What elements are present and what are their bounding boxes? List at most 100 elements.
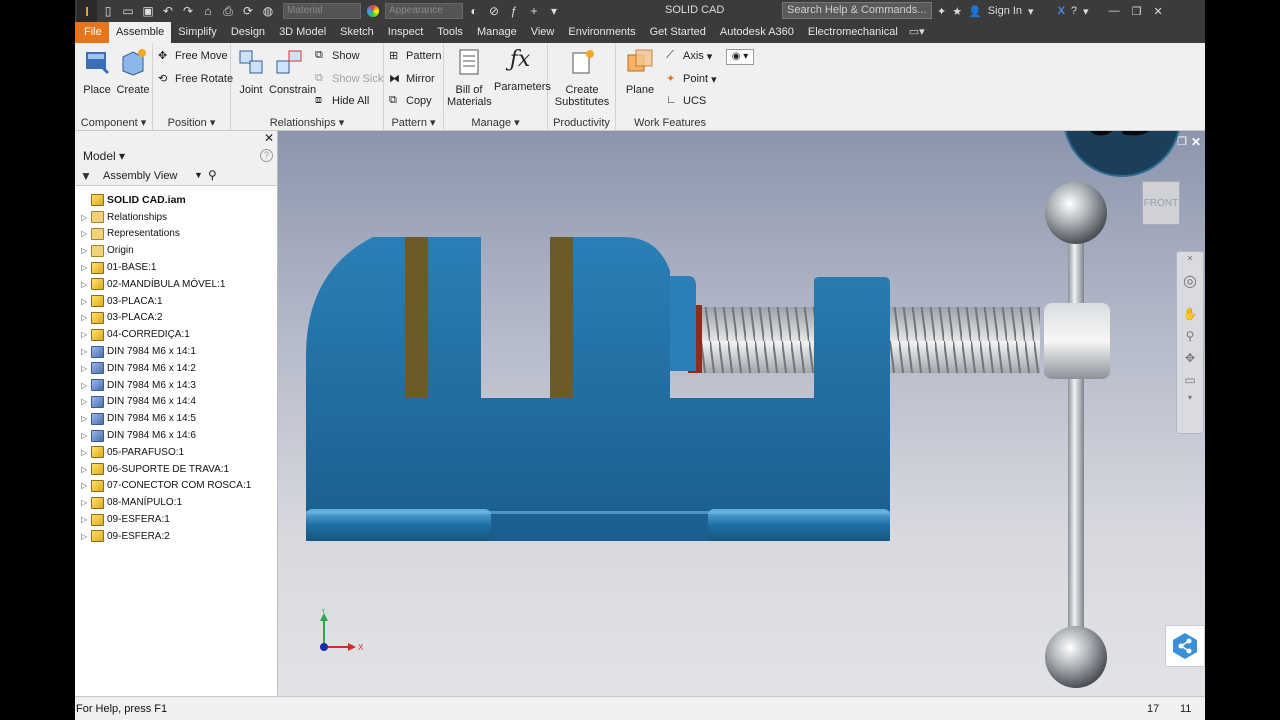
component-group-label[interactable]: Component ▾	[75, 116, 152, 129]
expand-icon[interactable]: ▷	[81, 330, 91, 339]
tree-item[interactable]: ▷ 09-ESFERA:2	[75, 528, 277, 545]
tab-inspect[interactable]: Inspect	[381, 22, 430, 43]
expand-icon[interactable]: ▷	[81, 431, 91, 440]
tree-item[interactable]: ▷ Relationships	[75, 209, 277, 226]
minimize-icon[interactable]: —	[1109, 5, 1120, 17]
tree-item[interactable]: ▷ Representations	[75, 226, 277, 243]
expand-icon[interactable]: ▷	[81, 532, 91, 541]
expand-icon[interactable]: ▷	[81, 498, 91, 507]
position-group-label[interactable]: Position ▾	[153, 116, 230, 129]
update-icon[interactable]: ⟳	[239, 2, 257, 20]
free-rotate-button[interactable]: ⟲ Free Rotate	[158, 70, 233, 88]
expand-icon[interactable]: ▷	[81, 263, 91, 272]
restore-icon[interactable]: ❐	[1132, 5, 1142, 18]
expand-icon[interactable]: ▷	[81, 515, 91, 524]
tree-item[interactable]: ▷ DIN 7984 M6 x 14:5	[75, 410, 277, 427]
expand-icon[interactable]: ▷	[81, 481, 91, 490]
star-icon[interactable]: ★	[952, 5, 962, 18]
ribbon-options-dropdown[interactable]: ◉ ▾	[726, 49, 754, 65]
look-at-icon[interactable]: ▭	[1177, 373, 1203, 387]
tab-file[interactable]: File	[75, 22, 109, 43]
screw-thread-left[interactable]	[693, 307, 823, 373]
pattern-button[interactable]: ⊞ Pattern	[389, 47, 441, 65]
expand-icon[interactable]: ▷	[81, 280, 91, 289]
show-button[interactable]: ⧉ Show	[315, 47, 360, 65]
exchange-icon[interactable]: X	[1058, 5, 1065, 17]
steering-wheel-icon[interactable]: ◎	[1177, 271, 1203, 291]
customize-icon[interactable]: ▾	[545, 2, 563, 20]
browser-help-icon[interactable]: ?	[260, 149, 273, 162]
expand-icon[interactable]: ▷	[81, 313, 91, 322]
sign-in-link[interactable]: Sign In	[988, 5, 1022, 17]
tree-item[interactable]: ▷ 04-CORREDIÇA:1	[75, 326, 277, 343]
help-button[interactable]: ?	[1071, 5, 1077, 17]
parameters-button[interactable]: ƒx Parameters	[494, 47, 551, 93]
fx-icon[interactable]: ƒ	[505, 2, 523, 20]
expand-icon[interactable]: ▷	[81, 465, 91, 474]
tab-sketch[interactable]: Sketch	[333, 22, 381, 43]
expand-icon[interactable]: ▷	[81, 381, 91, 390]
jaw-plate-2[interactable]	[550, 237, 573, 398]
tab-assemble[interactable]: Assemble	[109, 22, 172, 43]
tab-overflow-icon[interactable]: ▭▾	[905, 22, 925, 43]
handle-hub[interactable]	[1044, 303, 1110, 379]
tab-electromechanical[interactable]: Electromechanical	[801, 22, 905, 43]
expand-icon[interactable]: ▷	[81, 347, 91, 356]
tab-simplify[interactable]: Simplify	[171, 22, 224, 43]
tree-root[interactable]: SOLID CAD.iam	[75, 192, 277, 209]
save-icon[interactable]: ▣	[139, 2, 157, 20]
tree-item[interactable]: ▷ 03-PLACA:2	[75, 310, 277, 327]
tree-item[interactable]: ▷ 03-PLACA:1	[75, 293, 277, 310]
place-button[interactable]: Place	[77, 47, 117, 96]
ucs-button[interactable]: ∟ UCS	[666, 92, 706, 110]
expand-icon[interactable]: ▷	[81, 364, 91, 373]
graphics-viewport[interactable]: ❐ ✕ FRONT ✕ ◎ ✋ ⚲ ✥ ▭ ▾ Y X	[278, 131, 1205, 696]
relationships-group-label[interactable]: Relationships ▾	[231, 116, 383, 129]
binoculars-icon[interactable]: ✦	[937, 5, 946, 18]
open-icon[interactable]: ▭	[119, 2, 137, 20]
tab-3d-model[interactable]: 3D Model	[272, 22, 333, 43]
tree-item[interactable]: ▷ 05-PARAFUSO:1	[75, 444, 277, 461]
tree-item[interactable]: ▷ 08-MANÍPULO:1	[75, 494, 277, 511]
fixed-jaw-boss[interactable]	[670, 276, 696, 371]
hide-all-button[interactable]: ⧈ Hide All	[315, 92, 369, 110]
share-button[interactable]	[1165, 625, 1205, 667]
copy-button[interactable]: ⧉ Copy	[389, 92, 432, 110]
vise-body[interactable]	[306, 237, 890, 541]
expand-icon[interactable]: ▷	[81, 414, 91, 423]
undo-icon[interactable]: ↶	[159, 2, 177, 20]
joint-button[interactable]: Joint	[231, 47, 271, 96]
tree-item[interactable]: ▷ DIN 7984 M6 x 14:6	[75, 427, 277, 444]
sign-in-dropdown-icon[interactable]: ▾	[1028, 5, 1034, 18]
pattern-group-label[interactable]: Pattern ▾	[384, 116, 443, 129]
handle-ball-top[interactable]	[1045, 182, 1107, 244]
browser-title[interactable]: Model ▾	[83, 149, 125, 163]
tab-get-started[interactable]: Get Started	[643, 22, 713, 43]
create-button[interactable]: Create	[113, 47, 153, 96]
expand-icon[interactable]: ▷	[81, 246, 91, 255]
pan-icon[interactable]: ✋	[1177, 307, 1203, 321]
expand-icon[interactable]: ▷	[81, 448, 91, 457]
browser-close-icon[interactable]: ✕	[264, 131, 274, 145]
adjust-icon[interactable]: ◐	[465, 2, 483, 20]
find-icon[interactable]: ⚲	[208, 168, 217, 182]
home-icon[interactable]: ⌂	[199, 2, 217, 20]
tab-tools[interactable]: Tools	[430, 22, 470, 43]
measure-icon[interactable]: +	[525, 2, 543, 20]
tree-item[interactable]: ▷ 06-SUPORTE DE TRAVA:1	[75, 461, 277, 478]
clear-appearance-icon[interactable]: ⊘	[485, 2, 503, 20]
tab-view[interactable]: View	[524, 22, 562, 43]
close-icon[interactable]: ✕	[1153, 5, 1162, 18]
navbar-close-icon[interactable]: ✕	[1177, 254, 1203, 263]
viewcube[interactable]: FRONT	[1142, 181, 1180, 225]
jaw-plate-1[interactable]	[405, 237, 428, 398]
manage-group-label[interactable]: Manage ▾	[444, 116, 547, 129]
assembly-view-selector[interactable]: Assembly View	[103, 170, 177, 182]
redo-icon[interactable]: ↷	[179, 2, 197, 20]
expand-icon[interactable]: ▷	[81, 213, 91, 222]
filter-icon[interactable]: ▼	[80, 169, 92, 183]
tree-item[interactable]: ▷ Origin	[75, 242, 277, 259]
zoom-icon[interactable]: ⚲	[1177, 329, 1203, 343]
constrain-button[interactable]: Constrain	[269, 47, 316, 96]
show-sick-button[interactable]: ⧉ Show Sick	[315, 70, 383, 88]
